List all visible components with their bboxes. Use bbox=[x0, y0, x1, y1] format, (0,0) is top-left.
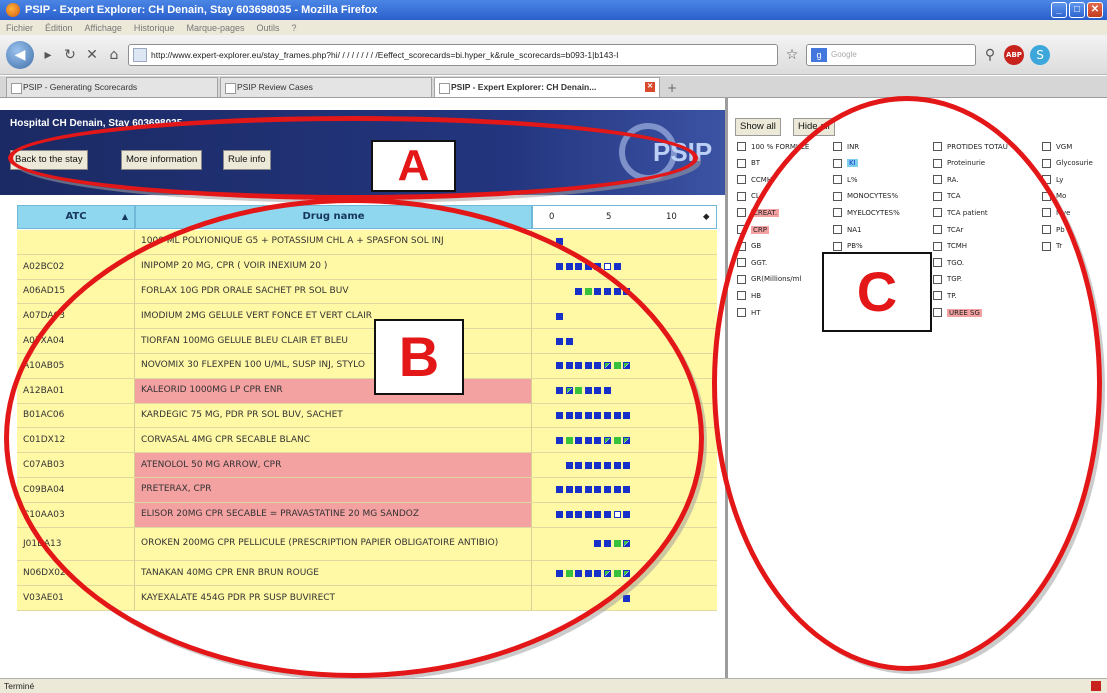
tab-expert-explorer[interactable]: PSIP - Expert Explorer: CH Denain... ✕ bbox=[434, 77, 660, 97]
menu-item-affichage[interactable]: Affichage bbox=[85, 23, 122, 33]
forward-arrow-icon[interactable]: ▸ bbox=[40, 47, 56, 63]
annotation-ellipse-a bbox=[8, 116, 698, 200]
annotation-label-c: C bbox=[822, 252, 932, 332]
annotation-ellipse-c bbox=[712, 96, 1102, 671]
scale-tick-5: 5 bbox=[606, 212, 612, 222]
checkbox[interactable] bbox=[737, 208, 746, 218]
reload-icon[interactable]: ↻ bbox=[62, 47, 78, 63]
minimize-button[interactable]: _ bbox=[1051, 2, 1067, 18]
search-input[interactable]: g Google bbox=[806, 43, 976, 66]
atc-column-header[interactable]: ATC ▲ bbox=[17, 205, 135, 229]
scale-scroll-icon[interactable]: ◆ bbox=[703, 212, 710, 222]
firefox-icon bbox=[6, 3, 20, 17]
menu-item-outils[interactable]: Outils bbox=[257, 23, 280, 33]
timeline-gap-marker[interactable] bbox=[604, 263, 611, 271]
scale-tick-0: 0 bbox=[549, 212, 555, 222]
menu-item-edition[interactable]: Édition bbox=[45, 23, 73, 33]
checkbox[interactable] bbox=[1042, 142, 1051, 151]
status-text: Terminé bbox=[4, 681, 35, 691]
menu-item-fichier[interactable]: Fichier bbox=[6, 23, 33, 33]
checkbox[interactable] bbox=[737, 191, 746, 201]
menu-item-help[interactable]: ? bbox=[292, 23, 297, 33]
lab-filter-label: Ly bbox=[1056, 175, 1064, 184]
lab-filter-label: VGM bbox=[1056, 142, 1073, 151]
google-search-engine-icon[interactable]: g bbox=[811, 47, 827, 62]
lab-filter-checkbox[interactable]: BT bbox=[737, 158, 761, 168]
new-tab-icon[interactable]: + bbox=[662, 79, 682, 97]
magnifier-icon[interactable]: ⚲ bbox=[982, 47, 998, 63]
show-all-button[interactable]: Show all bbox=[735, 118, 781, 136]
annotation-label-a: A bbox=[371, 140, 456, 192]
site-identity-icon[interactable] bbox=[133, 47, 147, 62]
close-tab-icon[interactable]: ✕ bbox=[645, 82, 655, 92]
close-window-button[interactable]: ✕ bbox=[1087, 2, 1103, 18]
lab-filter-checkbox[interactable]: VGM bbox=[1042, 142, 1072, 151]
timeline-dose-marker[interactable] bbox=[623, 594, 631, 602]
menu-item-historique[interactable]: Historique bbox=[134, 23, 175, 33]
bookmark-star-icon[interactable]: ☆ bbox=[784, 47, 800, 63]
lab-filter-label: BT bbox=[751, 159, 761, 168]
checkbox[interactable] bbox=[737, 142, 746, 151]
annotation-ellipse-b bbox=[4, 198, 704, 678]
lab-filter-checkbox[interactable]: Glycosurie bbox=[1042, 158, 1093, 168]
url-text: http://www.expert-explorer.eu/stay_frame… bbox=[151, 49, 619, 60]
navigation-toolbar: ◀ ▸ ↻ ✕ ⌂ http://www.expert-explorer.eu/… bbox=[0, 35, 1107, 75]
tab-generating-scorecards[interactable]: PSIP - Generating Scorecards bbox=[6, 77, 218, 97]
window-titlebar: PSIP - Expert Explorer: CH Denain, Stay … bbox=[0, 0, 1107, 20]
url-bar[interactable]: http://www.expert-explorer.eu/stay_frame… bbox=[128, 43, 778, 66]
menu-item-marque-pages[interactable]: Marque-pages bbox=[186, 23, 244, 33]
timeline-scale-header: 0 5 10 ◆ bbox=[532, 205, 717, 229]
back-arrow-icon[interactable]: ◀ bbox=[6, 40, 34, 69]
window-title: PSIP - Expert Explorer: CH Denain, Stay … bbox=[25, 4, 378, 16]
maximize-button[interactable]: □ bbox=[1069, 2, 1085, 18]
timeline-dose-marker[interactable] bbox=[613, 263, 621, 271]
stop-icon[interactable]: ✕ bbox=[84, 47, 100, 63]
sort-arrow-icon[interactable]: ▲ bbox=[122, 206, 128, 228]
status-bar: Terminé bbox=[0, 678, 1107, 693]
skype-icon[interactable]: S bbox=[1030, 44, 1050, 65]
lab-filter-label: Mo bbox=[1056, 192, 1067, 201]
adblock-status-icon[interactable] bbox=[1091, 681, 1101, 691]
checkbox[interactable] bbox=[1042, 158, 1051, 168]
checkbox[interactable] bbox=[737, 175, 746, 185]
scale-tick-10: 10 bbox=[666, 212, 677, 222]
home-icon[interactable]: ⌂ bbox=[106, 47, 122, 63]
menu-bar: Fichier Édition Affichage Historique Mar… bbox=[0, 20, 1107, 35]
lab-filter-label: Glycosurie bbox=[1056, 159, 1093, 168]
tab-bar: PSIP - Generating Scorecards PSIP Review… bbox=[0, 76, 1107, 98]
atc-cell bbox=[17, 230, 135, 254]
search-placeholder: Google bbox=[831, 49, 857, 59]
tab-review-cases[interactable]: PSIP Review Cases bbox=[220, 77, 432, 97]
adblock-icon[interactable]: ABP bbox=[1004, 44, 1024, 65]
checkbox[interactable] bbox=[737, 158, 746, 168]
annotation-label-b: B bbox=[374, 319, 464, 395]
